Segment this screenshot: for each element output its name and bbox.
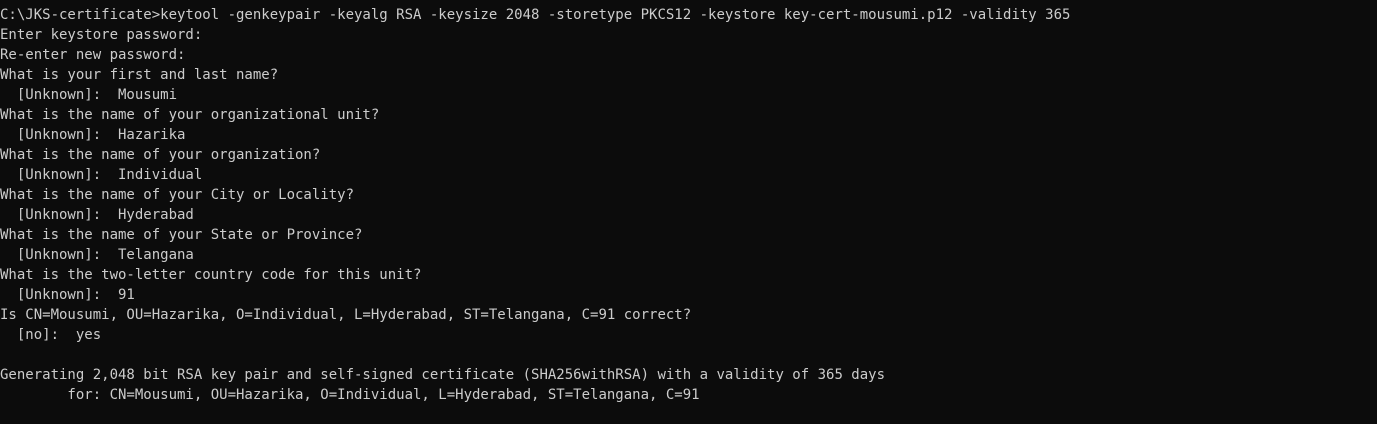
confirm-question: Is CN=Mousumi, OU=Hazarika, O=Individual… (0, 307, 692, 323)
terminal-console[interactable]: C:\JKS-certificate>keytool -genkeypair -… (0, 0, 1377, 424)
prompt-question: What is the name of your State or Provin… (0, 227, 363, 243)
prompt-answer: [Unknown]: Hazarika (0, 127, 186, 143)
command-line: C:\JKS-certificate>keytool -genkeypair -… (0, 7, 1071, 23)
confirm-answer: [no]: yes (0, 327, 102, 343)
prompt-question: What is your first and last name? (0, 67, 279, 83)
prompt-question: What is the name of your City or Localit… (0, 187, 355, 203)
prompt-answer: [Unknown]: Individual (0, 167, 203, 183)
output-line: Enter keystore password: (0, 27, 203, 43)
prompt-question: What is the two-letter country code for … (0, 267, 422, 283)
prompt-answer: [Unknown]: Telangana (0, 247, 194, 263)
output-line: Generating 2,048 bit RSA key pair and se… (0, 367, 886, 383)
prompt-answer: [Unknown]: Hyderabad (0, 207, 194, 223)
prompt-question: What is the name of your organization? (0, 147, 321, 163)
prompt-answer: [Unknown]: Mousumi (0, 87, 178, 103)
prompt-answer: [Unknown]: 91 (0, 287, 135, 303)
prompt-question: What is the name of your organizational … (0, 107, 380, 123)
output-line: Re-enter new password: (0, 47, 186, 63)
output-line: for: CN=Mousumi, OU=Hazarika, O=Individu… (0, 387, 700, 403)
